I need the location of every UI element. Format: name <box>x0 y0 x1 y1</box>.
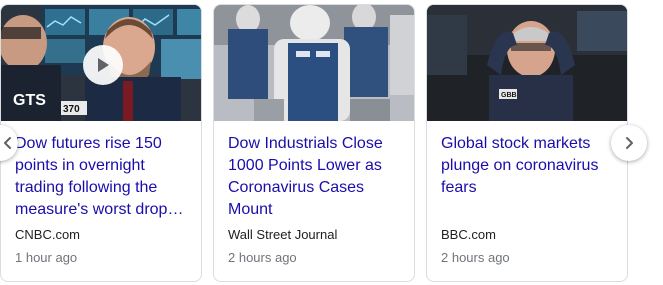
news-thumbnail: GBB <box>427 5 627 121</box>
news-card[interactable]: GTS 370 Dow futures rise 150 points in o… <box>0 4 202 282</box>
next-button[interactable] <box>611 125 647 161</box>
news-source: BBC.com <box>441 227 496 242</box>
news-card[interactable]: Dow Industrials Close 1000 Points Lower … <box>213 4 415 282</box>
news-headline[interactable]: Global stock markets plunge on coronavir… <box>441 133 613 221</box>
play-video-button[interactable] <box>83 45 123 85</box>
news-thumbnail <box>214 5 414 121</box>
news-thumbnail: GTS 370 <box>1 5 201 121</box>
chevron-right-icon <box>626 137 633 149</box>
news-headline[interactable]: Dow futures rise 150 points in overnight… <box>15 133 187 221</box>
chevron-left-icon <box>4 137 11 149</box>
news-source: Wall Street Journal <box>228 227 338 242</box>
news-timestamp: 1 hour ago <box>15 250 78 265</box>
news-headline[interactable]: Dow Industrials Close 1000 Points Lower … <box>228 133 400 221</box>
news-source: CNBC.com <box>15 227 81 242</box>
news-timestamp: 2 hours ago <box>228 250 297 265</box>
top-stories-carousel: GTS 370 Dow futures rise 150 points in o… <box>0 0 663 285</box>
news-timestamp: 2 hours ago <box>441 250 510 265</box>
thumbnail-number-text: 370 <box>63 104 80 115</box>
play-icon <box>98 58 109 72</box>
thumbnail-badge-text: GBB <box>501 92 517 99</box>
news-card[interactable]: GBB Global stock markets plunge on coron… <box>426 4 628 282</box>
thumbnail-badge-text: GTS <box>13 92 46 109</box>
